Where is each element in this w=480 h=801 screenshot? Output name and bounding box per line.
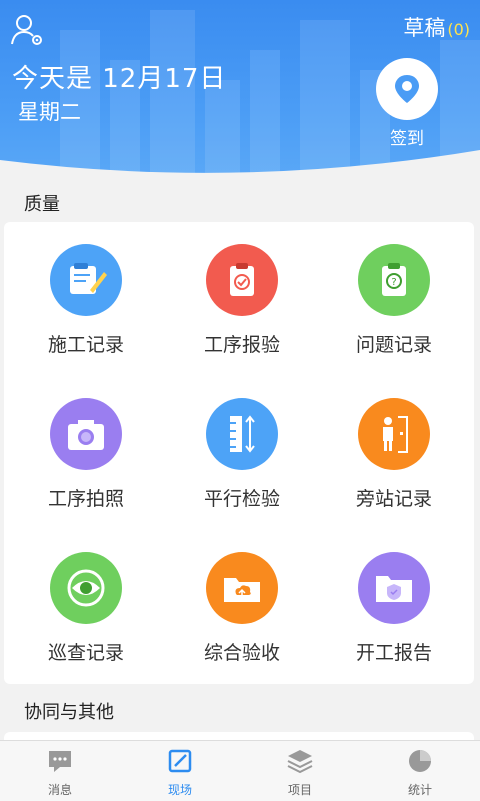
- ruler-icon: [206, 398, 278, 470]
- draft-count: (0): [447, 20, 470, 39]
- grid-item-parallel-check[interactable]: 平行检验: [164, 376, 320, 526]
- grid-item-label: 工序拍照: [47, 488, 124, 510]
- grid-item-process-photo[interactable]: 工序拍照: [8, 376, 164, 526]
- grid-item-process-inspection[interactable]: 工序报验: [164, 222, 320, 372]
- grid-item-label: 问题记录: [355, 334, 432, 356]
- grid-item-start-report[interactable]: 开工报告: [316, 530, 472, 680]
- grid-item-label: 平行检验: [203, 488, 280, 510]
- message-icon: [49, 751, 71, 772]
- weekday-text: 星期二: [18, 100, 81, 124]
- checkin-label: 签到: [390, 129, 424, 149]
- checkin-button[interactable]: 签到: [376, 58, 438, 149]
- tab-label: 统计: [407, 783, 432, 797]
- grid-item-label: 工序报验: [203, 334, 280, 356]
- grid-item-label: 施工记录: [47, 334, 124, 356]
- pie-chart-icon: [409, 750, 431, 772]
- svg-text:?: ?: [391, 277, 396, 288]
- edit-icon: [168, 749, 192, 773]
- tab-label: 现场: [167, 783, 192, 797]
- grid-item-construction-log[interactable]: 施工记录: [8, 222, 164, 372]
- tab-messages[interactable]: 消息: [0, 747, 120, 798]
- upload-folder-icon: [206, 552, 278, 624]
- shield-folder-icon: [358, 552, 430, 624]
- grid-item-label: 综合验收: [203, 642, 280, 664]
- construction-log-icon: [50, 244, 122, 316]
- location-pin-icon: [376, 58, 438, 120]
- tab-statistics[interactable]: 统计: [360, 747, 480, 798]
- section-title-collab: 协同与其他: [24, 702, 114, 723]
- grid-item-patrol-log[interactable]: 巡查记录: [8, 530, 164, 680]
- tab-label: 项目: [287, 783, 312, 797]
- eye-icon: [50, 552, 122, 624]
- tab-label: 消息: [47, 783, 72, 797]
- date-text: 今天是 12月17日: [12, 64, 227, 94]
- grid-item-site-supervision[interactable]: 旁站记录: [316, 376, 472, 526]
- section-title-quality: 质量: [24, 194, 60, 215]
- question-clipboard-icon: ?: [358, 244, 430, 316]
- tab-site[interactable]: 现场: [120, 747, 240, 798]
- grid-item-label: 旁站记录: [355, 488, 432, 510]
- grid-item-issue-log[interactable]: ? 问题记录: [316, 222, 472, 372]
- bottom-tab-bar: 消息 现场 项目 统计: [0, 740, 480, 801]
- layers-icon: [287, 750, 313, 774]
- person-door-icon: [358, 398, 430, 470]
- draft-label: 草稿: [403, 16, 446, 40]
- user-settings-icon[interactable]: [10, 12, 46, 48]
- quality-grid: 施工记录 工序报验 ? 问题记录 工序拍照 平行检验 旁站记录 巡查记录 综合验…: [4, 222, 474, 684]
- tab-projects[interactable]: 项目: [240, 747, 360, 798]
- quality-card: 施工记录 工序报验 ? 问题记录 工序拍照 平行检验 旁站记录 巡查记录 综合验…: [4, 222, 474, 684]
- grid-item-label: 巡查记录: [47, 642, 124, 664]
- camera-icon: [50, 398, 122, 470]
- clipboard-check-icon: [206, 244, 278, 316]
- grid-item-label: 开工报告: [355, 642, 432, 664]
- header-banner: 草稿 (0) 今天是 12月17日 星期二 签到: [0, 0, 480, 180]
- grid-item-overall-acceptance[interactable]: 综合验收: [164, 530, 320, 680]
- draft-link[interactable]: 草稿 (0): [403, 12, 470, 42]
